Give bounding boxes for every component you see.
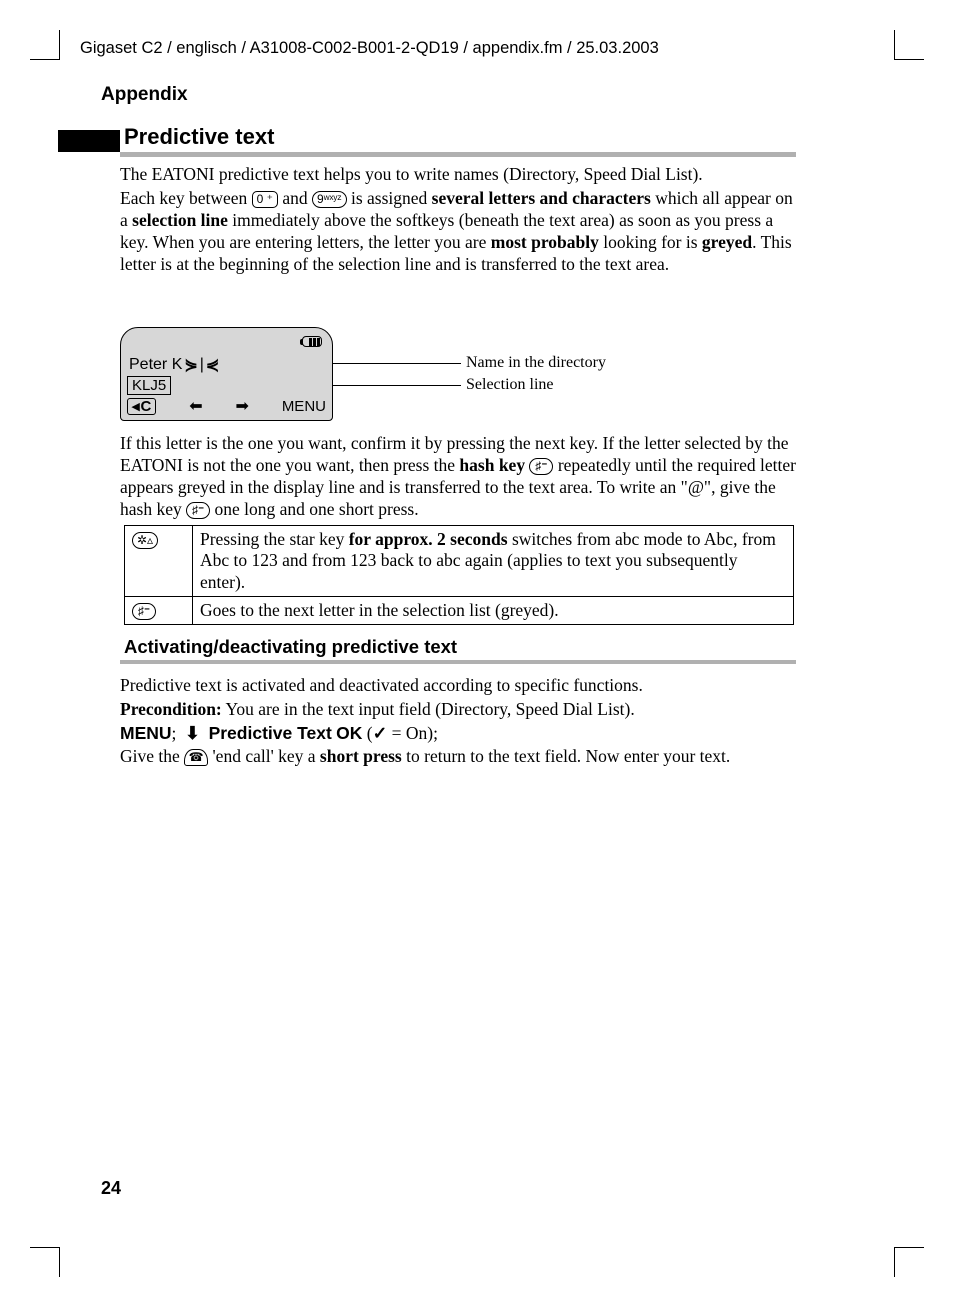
text-bold: several letters and characters bbox=[432, 188, 651, 208]
text: Predictive text is activated and deactiv… bbox=[120, 675, 643, 695]
callout-name: Name in the directory bbox=[466, 354, 606, 372]
key-hash-icon: ♯⁼ bbox=[186, 502, 210, 519]
predictive-text-label: Predictive Text bbox=[209, 723, 332, 743]
section-title: Appendix bbox=[101, 84, 188, 106]
c-label: C bbox=[141, 399, 152, 414]
callout-line bbox=[333, 363, 461, 364]
directory-name-line: Peter K⋟|⋞ bbox=[129, 355, 219, 375]
text: You are in the text input field (Directo… bbox=[222, 699, 635, 719]
name-text: Peter K bbox=[129, 356, 182, 374]
desc-cell: Pressing the star key for approx. 2 seco… bbox=[193, 526, 794, 597]
caret-icon: ⋞ bbox=[206, 355, 219, 375]
crop-mark bbox=[894, 30, 924, 60]
table-row: ✲▵ Pressing the star key for approx. 2 s… bbox=[125, 526, 794, 597]
body-activating: Predictive text is activated and deactiv… bbox=[120, 674, 796, 769]
body-paragraph-2: If this letter is the one you want, conf… bbox=[120, 433, 796, 521]
text: Each key between bbox=[120, 188, 252, 208]
caret-icon: ⋟ bbox=[184, 355, 197, 375]
text: one long and one short press. bbox=[210, 499, 419, 519]
body-paragraph-1: The EATONI predictive text helps you to … bbox=[120, 164, 796, 277]
key-hash-icon: ♯⁼ bbox=[529, 458, 553, 475]
text-bold: for approx. 2 seconds bbox=[349, 529, 508, 549]
back-arrow-icon: ◂ bbox=[132, 399, 140, 414]
heading-activating: Activating/deactivating predictive text bbox=[124, 636, 457, 658]
text: 'end call' key a bbox=[208, 746, 320, 766]
key-cell: ✲▵ bbox=[125, 526, 193, 597]
cursor-icon: | bbox=[200, 356, 204, 374]
text: The EATONI predictive text helps you to … bbox=[120, 164, 703, 184]
text-bold: greyed bbox=[702, 232, 752, 252]
check-icon: ✓ bbox=[373, 723, 388, 743]
table-row: ♯⁼ Goes to the next letter in the select… bbox=[125, 597, 794, 625]
right-arrow-icon: ➡ bbox=[236, 396, 249, 416]
key-hash-icon: ♯⁼ bbox=[132, 603, 156, 620]
callout-selection: Selection line bbox=[466, 376, 554, 394]
clear-key: ◂C bbox=[127, 398, 156, 415]
key-0-icon: 0 ⁺ bbox=[252, 191, 278, 208]
text: looking for is bbox=[599, 232, 702, 252]
key-function-table: ✲▵ Pressing the star key for approx. 2 s… bbox=[124, 525, 794, 625]
text-bold: hash key bbox=[459, 455, 525, 475]
text-bold: selection line bbox=[132, 210, 228, 230]
menu-softkey: MENU bbox=[282, 398, 326, 415]
phone-screen: Peter K⋟|⋞ KLJ5 ◂C ⬅ ➡ MENU bbox=[120, 327, 333, 421]
end-call-key-icon: ☎ bbox=[184, 749, 208, 766]
heading-rule bbox=[120, 660, 796, 664]
text-bold: most probably bbox=[491, 232, 599, 252]
text: Give the bbox=[120, 746, 184, 766]
key-cell: ♯⁼ bbox=[125, 597, 193, 625]
text: = On); bbox=[387, 723, 438, 743]
crop-mark bbox=[30, 1247, 60, 1277]
text: to return to the text field. Now enter y… bbox=[402, 746, 731, 766]
heading-bar bbox=[58, 130, 120, 152]
menu-key-label: MENU bbox=[120, 723, 172, 743]
crop-mark bbox=[894, 1247, 924, 1277]
heading-rule bbox=[120, 152, 796, 157]
key-star-icon: ✲▵ bbox=[132, 532, 158, 549]
precondition-label: Precondition: bbox=[120, 699, 222, 719]
text: is assigned bbox=[347, 188, 432, 208]
phone-display-illustration: Peter K⋟|⋞ KLJ5 ◂C ⬅ ➡ MENU Name in the … bbox=[120, 327, 670, 427]
selection-line-box: KLJ5 bbox=[127, 376, 171, 395]
key-9-icon: 9ʷˣʸᶻ bbox=[312, 191, 347, 208]
down-arrow-icon: ⬇ bbox=[185, 723, 200, 743]
softkey-row: ◂C ⬅ ➡ MENU bbox=[127, 396, 326, 416]
doc-header: Gigaset C2 / englisch / A31008-C002-B001… bbox=[80, 39, 659, 58]
crop-mark bbox=[30, 30, 60, 60]
text: and bbox=[278, 188, 312, 208]
desc-cell: Goes to the next letter in the selection… bbox=[193, 597, 794, 625]
semicolon: ; bbox=[172, 723, 186, 743]
ok-label: OK bbox=[336, 723, 362, 743]
left-arrow-icon: ⬅ bbox=[189, 396, 202, 416]
battery-icon bbox=[302, 336, 322, 347]
page-number: 24 bbox=[101, 1178, 121, 1199]
callout-line bbox=[333, 385, 461, 386]
text-bold: short press bbox=[320, 746, 402, 766]
heading-predictive-text: Predictive text bbox=[124, 124, 274, 150]
text: Pressing the star key bbox=[200, 529, 349, 549]
